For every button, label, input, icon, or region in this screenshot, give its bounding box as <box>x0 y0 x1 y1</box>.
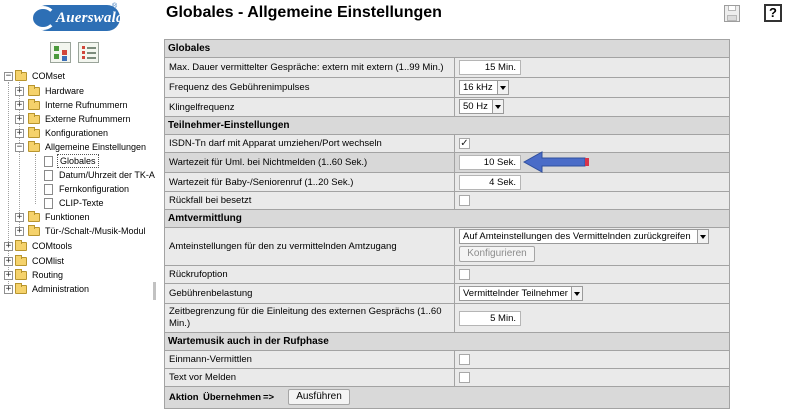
expand-icon[interactable]: + <box>15 115 24 124</box>
max-dauer-label: Max. Dauer vermittelter Gespräche: exter… <box>165 58 454 77</box>
folder-icon <box>28 211 40 222</box>
frequenz-select[interactable]: 16 kHz <box>459 80 509 95</box>
gebuehren-label: Gebührenbelastung <box>165 284 454 303</box>
row-max-dauer: Max. Dauer vermittelter Gespräche: exter… <box>165 58 729 77</box>
rueckrufoption-checkbox[interactable] <box>459 269 470 280</box>
auerswald-logo: Auerswald <box>30 5 123 31</box>
folder-open-icon <box>28 141 40 152</box>
row-zeitbegrenzung: Zeitbegrenzung für die Einleitung des ex… <box>165 304 729 332</box>
expand-icon[interactable]: + <box>15 213 24 222</box>
expand-icon[interactable]: + <box>4 271 13 280</box>
expand-icon[interactable]: + <box>15 101 24 110</box>
logo-brand-text: Auerswald <box>56 10 124 26</box>
wartezeit-baby-label: Wartezeit für Baby-/Seniorenruf (1..20 S… <box>165 173 454 191</box>
chevron-down-icon[interactable] <box>492 100 503 113</box>
frequenz-label: Frequenz des Gebührenimpulses <box>165 78 454 97</box>
chevron-down-icon[interactable] <box>571 287 582 300</box>
wartezeit-baby-input[interactable]: 4 Sek. <box>459 175 521 190</box>
gebuehren-select[interactable]: Vermittelnder Teilnehmer <box>459 286 583 301</box>
ausfuehren-button[interactable]: Ausführen <box>288 389 350 405</box>
row-wartezeit-baby: Wartezeit für Baby-/Seniorenruf (1..20 S… <box>165 173 729 191</box>
chevron-down-icon[interactable] <box>497 81 508 94</box>
section-wartemusik: Wartemusik auch in der Rufphase <box>165 333 729 350</box>
expand-icon[interactable]: + <box>15 129 24 138</box>
row-einmann: Einmann-Vermittlen <box>165 351 729 368</box>
navigation-panel: Auerswald ® − COMset + Hardware + Intern… <box>0 0 158 415</box>
folder-open-icon <box>15 70 27 81</box>
main-content: Globales - Allgemeine Einstellungen ? Gl… <box>158 0 800 415</box>
row-amteinstellungen: Amteinstellungen für den zu vermittelnde… <box>165 228 729 265</box>
expand-icon[interactable]: + <box>15 87 24 96</box>
logo-swirl-icon <box>30 6 56 30</box>
nav-scrollbar[interactable] <box>153 282 156 300</box>
wartezeit-uml-label: Wartezeit für Uml. bei Nichtmelden (1..6… <box>165 153 454 172</box>
folder-icon <box>15 269 27 280</box>
document-icon <box>44 156 53 167</box>
row-wartezeit-uml: Wartezeit für Uml. bei Nichtmelden (1..6… <box>165 153 729 172</box>
amteinstellungen-label: Amteinstellungen für den zu vermittelnde… <box>165 228 454 265</box>
section-teilnehmer: Teilnehmer-Einstellungen <box>165 117 729 134</box>
expand-icon[interactable]: + <box>4 285 13 294</box>
rueckrufoption-label: Rückrufoption <box>165 266 454 283</box>
folder-icon <box>15 255 27 266</box>
help-icon[interactable]: ? <box>764 4 782 22</box>
section-amtvermittlung: Amtvermittlung <box>165 210 729 227</box>
expand-icon[interactable]: + <box>4 242 13 251</box>
collapse-icon[interactable]: − <box>15 143 24 152</box>
folder-icon <box>15 283 27 294</box>
folder-icon <box>28 99 40 110</box>
aktion-label: Aktion <box>169 392 199 403</box>
zeitbegrenzung-input[interactable]: 5 Min. <box>459 311 521 326</box>
annotation-arrow-icon <box>522 151 589 173</box>
settings-form: Globales Max. Dauer vermittelter Gespräc… <box>164 39 730 409</box>
folder-icon <box>28 113 40 124</box>
row-rueckrufoption: Rückrufoption <box>165 266 729 283</box>
row-isdn: ISDN-Tn darf mit Apparat umziehen/Port w… <box>165 135 729 152</box>
zeitbegrenzung-label: Zeitbegrenzung für die Einleitung des ex… <box>165 304 454 332</box>
konfigurieren-button[interactable]: Konfigurieren <box>459 246 535 262</box>
page-title: Globales - Allgemeine Einstellungen <box>166 4 442 21</box>
rueckfall-label: Rückfall bei besetzt <box>165 192 454 209</box>
tree-view-button[interactable] <box>50 42 71 63</box>
action-bar: Aktion Übernehmen => Ausführen <box>165 387 729 408</box>
folder-icon <box>28 225 40 236</box>
row-rueckfall: Rückfall bei besetzt <box>165 192 729 209</box>
rueckfall-checkbox[interactable] <box>459 195 470 206</box>
document-icon <box>44 198 53 209</box>
expand-icon[interactable]: + <box>15 227 24 236</box>
expand-icon[interactable]: + <box>4 257 13 266</box>
textvor-label: Text vor Melden <box>165 369 454 386</box>
folder-icon <box>15 240 27 251</box>
collapse-icon[interactable]: − <box>4 72 13 81</box>
max-dauer-input[interactable]: 15 Min. <box>459 60 521 75</box>
row-frequenz: Frequenz des Gebührenimpulses 16 kHz <box>165 78 729 97</box>
isdn-label: ISDN-Tn darf mit Apparat umziehen/Port w… <box>165 135 454 152</box>
section-globales: Globales <box>165 40 729 57</box>
registered-mark: ® <box>112 3 118 10</box>
wartezeit-uml-input[interactable]: 10 Sek. <box>459 155 521 170</box>
einmann-label: Einmann-Vermittlen <box>165 351 454 368</box>
document-icon <box>44 170 53 181</box>
isdn-checkbox[interactable]: ✓ <box>459 138 470 149</box>
chevron-down-icon[interactable] <box>697 230 708 243</box>
row-textvor: Text vor Melden <box>165 369 729 386</box>
save-icon[interactable] <box>724 5 740 22</box>
document-icon <box>44 184 53 195</box>
klingel-label: Klingelfrequenz <box>165 98 454 116</box>
action-arrow-text: => <box>263 392 275 403</box>
list-view-button[interactable] <box>78 42 99 63</box>
folder-icon <box>28 127 40 138</box>
uebernehmen-label: Übernehmen <box>203 392 262 403</box>
klingel-select[interactable]: 50 Hz <box>459 99 504 114</box>
row-gebuehren: Gebührenbelastung Vermittelnder Teilnehm… <box>165 284 729 303</box>
textvor-checkbox[interactable] <box>459 372 470 383</box>
row-klingel: Klingelfrequenz 50 Hz <box>165 98 729 116</box>
amteinstellungen-select[interactable]: Auf Amteinstellungen des Vermittelnden z… <box>459 229 709 244</box>
einmann-checkbox[interactable] <box>459 354 470 365</box>
folder-icon <box>28 85 40 96</box>
